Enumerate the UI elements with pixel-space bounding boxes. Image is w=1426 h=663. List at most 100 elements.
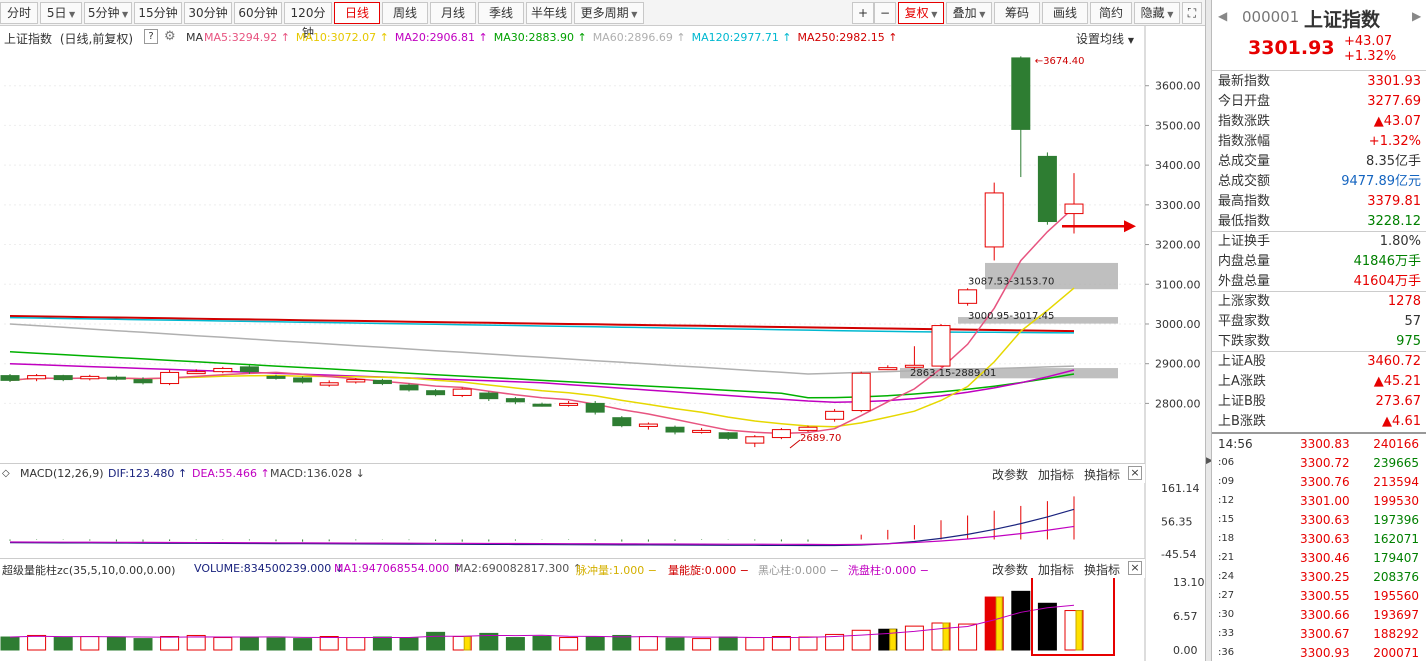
- period-2[interactable]: 5分钟 ▼: [84, 2, 132, 24]
- quote-value: 57: [1404, 314, 1421, 329]
- volume-bar: [638, 636, 658, 651]
- period-3[interactable]: 15分钟: [134, 2, 182, 24]
- candle-body: [293, 377, 313, 383]
- tick-cell: 195560: [1373, 589, 1419, 603]
- prev-stock-icon[interactable]: ◀: [1218, 9, 1227, 23]
- quote-row: 今日开盘 3277.69: [1212, 92, 1426, 112]
- quote-row: 最低指数 3228.12: [1212, 212, 1426, 232]
- macd-ytick: 56.35: [1161, 515, 1193, 528]
- zoom-out-button[interactable]: −: [874, 2, 896, 24]
- tick-cell: :21: [1218, 552, 1235, 563]
- tick-cell: 200071: [1373, 646, 1419, 660]
- candle-body: [346, 379, 366, 383]
- zoom-in-button[interactable]: +: [852, 2, 874, 24]
- vol-params-button[interactable]: 改参数: [992, 561, 1028, 578]
- vol-mcl: 脉冲量:1.000 −: [576, 564, 657, 577]
- period-11[interactable]: 半年线: [526, 2, 572, 24]
- tick-cell: 3300.72: [1300, 456, 1350, 470]
- ytick-label: 3000.00: [1155, 318, 1201, 331]
- quote-label: 内盘总量: [1218, 254, 1271, 269]
- ytick-label: 3500.00: [1155, 119, 1201, 132]
- macd-close-icon[interactable]: ×: [1128, 466, 1142, 480]
- macd-value: MACD:136.028 ↓: [270, 467, 365, 480]
- period-1[interactable]: 5日 ▼: [40, 2, 82, 24]
- tick-cell: :36: [1218, 647, 1235, 658]
- vol-xpz: 洗盘柱:0.000 −: [848, 564, 929, 577]
- period-7[interactable]: 日线: [334, 2, 380, 24]
- macd-dea: DEA:55.466 ↑: [192, 467, 270, 480]
- candle-body: [452, 388, 472, 396]
- candle-body: [80, 375, 100, 380]
- vol-switch-button[interactable]: 换指标: [1084, 561, 1120, 578]
- candle-body: [851, 372, 871, 412]
- volume-bar: [293, 638, 313, 651]
- quote-label: 外盘总量: [1218, 274, 1271, 289]
- tick-cell: 193697: [1373, 608, 1419, 622]
- volume-header: 超级量能柱zc(35,5,10,0.00,0.00) VOLUME:834500…: [0, 558, 1145, 578]
- volume-bar: [372, 636, 392, 651]
- low-annotation: 2689.70: [800, 433, 841, 444]
- pulse-bar: [995, 596, 1003, 651]
- volume-bar: [692, 638, 712, 651]
- period-6[interactable]: 120分钟: [284, 2, 332, 40]
- next-stock-icon[interactable]: ▶: [1412, 9, 1421, 23]
- period-9[interactable]: 月线: [430, 2, 476, 24]
- period-0[interactable]: 分时: [0, 2, 38, 24]
- tick-cell: 197396: [1373, 513, 1419, 527]
- quote-label: 总成交量: [1218, 154, 1271, 169]
- volume-bar: [426, 631, 446, 651]
- quote-value: +1.32%: [1368, 134, 1421, 149]
- hide-button[interactable]: 隐藏 ▼: [1134, 2, 1180, 24]
- overlay-button[interactable]: 叠加 ▼: [946, 2, 992, 24]
- simple-button[interactable]: 简约: [1090, 2, 1132, 24]
- tick-row: :15 3300.63 197396: [1212, 510, 1426, 530]
- period-10[interactable]: 季线: [478, 2, 524, 24]
- quote-label: 上证B股: [1218, 394, 1266, 409]
- macd-add-button[interactable]: 加指标: [1038, 466, 1074, 483]
- candle-body: [213, 367, 233, 373]
- fullscreen-icon[interactable]: ⛶: [1182, 2, 1202, 24]
- tick-row: :06 3300.72 239665: [1212, 453, 1426, 473]
- volume-bar: [53, 637, 73, 651]
- volume-bar: [798, 636, 818, 651]
- candle-body: [692, 429, 712, 433]
- vol-close-icon[interactable]: ×: [1128, 561, 1142, 575]
- pulse-bar: [889, 628, 897, 651]
- vol-add-button[interactable]: 加指标: [1038, 561, 1074, 578]
- candle-body: [958, 289, 978, 304]
- price-change: +43.07: [1344, 34, 1393, 49]
- quote-row: 上证换手 1.80%: [1212, 232, 1426, 252]
- volume-bar: [346, 637, 366, 651]
- tick-cell: 3300.93: [1300, 646, 1350, 660]
- draw-button[interactable]: 画线: [1042, 2, 1088, 24]
- candle-body: [372, 379, 392, 385]
- fuquan-button[interactable]: 复权 ▼: [898, 2, 944, 24]
- candle-body: [399, 384, 419, 391]
- volume-bar: [133, 638, 153, 651]
- candle-body: [532, 403, 552, 407]
- quote-label: 上证换手: [1218, 234, 1271, 249]
- quote-value: 1278: [1387, 294, 1421, 309]
- period-4[interactable]: 30分钟: [184, 2, 232, 24]
- quote-value: 1.80%: [1379, 234, 1421, 249]
- macd-switch-button[interactable]: 换指标: [1084, 466, 1120, 483]
- period-12[interactable]: 更多周期 ▼: [574, 2, 644, 24]
- period-8[interactable]: 周线: [382, 2, 428, 24]
- candle-body: [160, 371, 180, 385]
- candle-body: [319, 382, 339, 386]
- candle-body: [825, 410, 845, 420]
- quote-label: 上涨家数: [1218, 294, 1271, 309]
- chips-button[interactable]: 筹码: [994, 2, 1040, 24]
- quote-label: 最低指数: [1218, 214, 1271, 229]
- volume-bar: [160, 636, 180, 651]
- period-5[interactable]: 60分钟: [234, 2, 282, 24]
- macd-dif: DIF:123.480 ↑: [108, 467, 188, 480]
- tick-row: :12 3301.00 199530: [1212, 491, 1426, 511]
- macd-icon: ◇: [2, 468, 10, 479]
- volume-bar: [505, 637, 525, 651]
- vol-ytick: 0.00: [1173, 644, 1198, 657]
- quote-value: 41604万手: [1353, 274, 1421, 289]
- candle-body: [186, 371, 206, 375]
- candle-body: [266, 375, 286, 379]
- macd-params-button[interactable]: 改参数: [992, 466, 1028, 483]
